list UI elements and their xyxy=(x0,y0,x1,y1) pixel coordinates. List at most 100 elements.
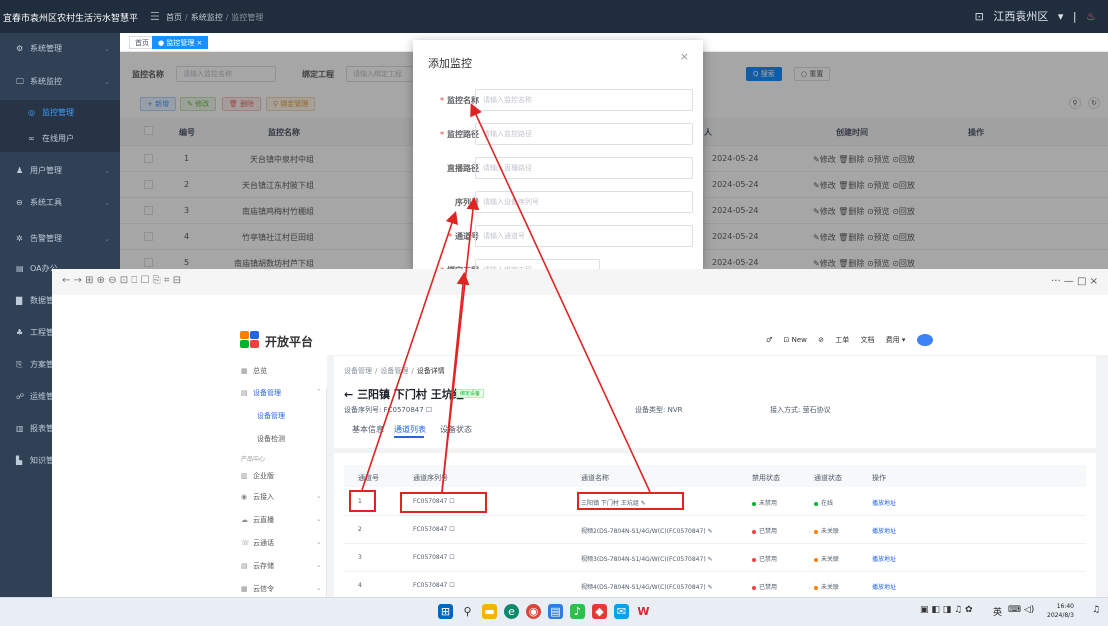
tab-basic-info[interactable]: 基本信息 xyxy=(352,424,384,435)
field-input-1[interactable]: 请输入监控路径 xyxy=(475,123,693,145)
channel-row[interactable]: 4 FC0570847 ☐ 视频4(DS-7804N-S1/4G/W(C)(FC05… xyxy=(344,572,1086,600)
notification-icon[interactable]: ♨ xyxy=(1086,10,1096,23)
nav-icon: ▤ xyxy=(241,562,248,570)
nav-item-10[interactable]: ▦ 云信令 ⌄ xyxy=(241,584,322,594)
nav-item-6[interactable]: ◉ 云接入 ⌄ xyxy=(241,492,322,502)
screen-icon[interactable]: ⊡ xyxy=(975,10,984,23)
col-disable-status: 禁用状态 xyxy=(752,474,780,482)
channel-name: 视频4(DS-7804N-S1/4G/W(C)(FC0570847) ✎ xyxy=(581,584,713,591)
billing-menu[interactable]: 费用 ▾ xyxy=(886,336,906,344)
sidebar-item-label: 在线用户 xyxy=(42,134,74,143)
field-label-3: 序列号 xyxy=(423,197,479,208)
field-input-5[interactable]: 请输入绑定工程 xyxy=(475,259,600,269)
channel-op[interactable]: 播放地址 xyxy=(872,498,896,507)
active-tab-indicator xyxy=(394,436,424,438)
start-icon[interactable]: ⊞ xyxy=(438,604,453,619)
dropdown-icon[interactable]: ▾ xyxy=(1058,10,1064,23)
nav-item-0[interactable]: ▦ 总览 xyxy=(241,366,267,376)
browser-nav-icons[interactable]: ← → ⊞ ⊕ ⊖ ⊡ ⎕ ☐ ⎘ ⌗ ⊟ xyxy=(62,275,181,286)
nav-item-5[interactable]: ▥ 企业版 xyxy=(241,471,274,481)
nav-icon: ▦ xyxy=(241,585,248,593)
sidebar-item-label: 告警管理 xyxy=(30,234,62,243)
clock[interactable]: 16:40 2024/8/3 xyxy=(1047,602,1074,620)
nav-icon: ◉ xyxy=(241,493,248,501)
clock-date: 2024/8/3 xyxy=(1047,612,1074,619)
nav-item-8[interactable]: ☏ 云通话 ⌄ xyxy=(241,538,322,548)
ticket-link[interactable]: 工单 xyxy=(835,336,849,344)
nav-item-3[interactable]: 设备检测 xyxy=(257,434,285,444)
nav-item-7[interactable]: ☁ 云直播 ⌄ xyxy=(241,515,322,525)
sidebar-item-label: 用户管理 xyxy=(30,166,62,175)
tab-device-status[interactable]: 设备状态 xyxy=(440,424,472,435)
camera-icon: ◎ xyxy=(28,108,35,117)
window-controls[interactable]: ··· — □ × xyxy=(1051,276,1098,287)
cart-icon[interactable]: ♂ xyxy=(766,336,772,344)
nav-item-9[interactable]: ▤ 云存储 ⌄ xyxy=(241,561,322,571)
sidebar-item-label: 系统管理 xyxy=(30,44,62,53)
nav-item-2[interactable]: 设备管理 xyxy=(257,411,285,421)
tray-icons[interactable]: ▣ ◧ ◨ ♫ ✿ xyxy=(920,605,973,615)
field-label-0: * 监控名称 xyxy=(423,95,479,106)
field-input-2[interactable]: 请输入直播路径 xyxy=(475,157,693,179)
channel-status: 未关联 xyxy=(814,526,839,535)
back-icon[interactable]: ← xyxy=(344,388,353,401)
nav-label: 设备管理 xyxy=(257,412,285,420)
field-input-4[interactable]: 请输入通道号 xyxy=(475,225,693,247)
nav-label: 云信令 xyxy=(253,585,274,593)
device-title-text: 三阳镇 下门村 王坑组 xyxy=(357,388,464,401)
tab-channel-list[interactable]: 通道列表 xyxy=(394,424,426,435)
sidebar-item-5[interactable]: ⊖ 系统工具 ⌄ xyxy=(0,190,120,216)
breadcrumb-home[interactable]: 首页 xyxy=(166,13,182,22)
help-icon[interactable]: ⊘ xyxy=(818,336,824,344)
field-input-3[interactable]: 请输入设备序列号 xyxy=(475,191,693,213)
nav-item-1[interactable]: ▤ 设备管理 ⌃ xyxy=(241,388,322,398)
app-icon-3[interactable]: ◆ xyxy=(592,604,607,619)
required-mark: * xyxy=(448,232,455,241)
network-volume-icon[interactable]: ⌨ ◁) xyxy=(1008,605,1034,615)
platform-logo[interactable]: 开放平台 xyxy=(265,333,313,350)
bc-current: 设备详情 xyxy=(416,367,445,375)
sidebar-item-0[interactable]: ⚙ 系统管理 ⌄ xyxy=(0,36,120,62)
channel-name: 三阳镇 下门村 王坑组 ✎ xyxy=(581,500,646,507)
message-icon[interactable]: ⊡ New xyxy=(784,336,807,344)
channel-op[interactable]: 播放地址 xyxy=(872,526,896,535)
clock-time: 16:40 xyxy=(1056,603,1074,610)
sidebar-item-6[interactable]: ✲ 告警管理 ⌄ xyxy=(0,226,120,252)
avatar[interactable] xyxy=(916,334,933,346)
app-icon-2[interactable]: ♪ xyxy=(570,604,585,619)
copy-icon[interactable]: ☐ xyxy=(426,406,432,414)
bc-1[interactable]: 设备管理 xyxy=(344,367,372,375)
edge-icon[interactable]: e xyxy=(504,604,519,619)
channel-row[interactable]: 2 FC0570847 ☐ 视频2(DS-7804N-S1/4G/W(C)(FC05… xyxy=(344,516,1086,544)
bc-2[interactable]: 设备管理 xyxy=(380,367,408,375)
channel-row[interactable]: 3 FC0570847 ☐ 视频3(DS-7804N-S1/4G/W(C)(FC05… xyxy=(344,544,1086,572)
file-explorer-icon[interactable]: ▬ xyxy=(482,604,497,619)
docs-link[interactable]: 文档 xyxy=(860,336,874,344)
nav-icon: ☏ xyxy=(241,539,250,547)
close-icon[interactable]: × xyxy=(680,50,689,63)
channel-op[interactable]: 播放地址 xyxy=(872,582,896,591)
chevron-down-icon: ⌄ xyxy=(104,78,110,86)
sidebar-item-4[interactable]: ♟ 用户管理 ⌄ xyxy=(0,158,120,184)
wps-icon[interactable]: W xyxy=(636,604,651,619)
breadcrumb-monitor[interactable]: 系统监控 xyxy=(191,13,223,22)
app-icon-4[interactable]: ✉ xyxy=(614,604,629,619)
platform-logo-icon xyxy=(240,331,259,348)
nav-item-4: 产品中心 xyxy=(241,454,265,463)
search-icon[interactable]: ⚲ xyxy=(460,604,475,619)
sidebar-item-3[interactable]: ∞ 在线用户 xyxy=(0,126,120,152)
app-icon-1[interactable]: ▤ xyxy=(548,604,563,619)
chevron-down-icon: ⌄ xyxy=(316,584,322,592)
channel-op[interactable]: 播放地址 xyxy=(872,554,896,563)
chrome-icon[interactable]: ◉ xyxy=(526,604,541,619)
notification-bell-icon[interactable]: ♫ xyxy=(1092,605,1100,615)
channel-row[interactable]: 1 FC0570847 ☐ 三阳镇 下门村 王坑组 ✎ 未禁用 在线 播放地址 xyxy=(344,488,1086,516)
field-input-0[interactable]: 请输入监控名称 xyxy=(475,89,693,111)
chevron-down-icon: ⌄ xyxy=(104,167,110,175)
menu-fold-icon[interactable]: ☰ xyxy=(150,10,160,23)
ime-indicator[interactable]: 英 xyxy=(993,605,1002,618)
sidebar-item-2[interactable]: ◎ 监控管理 xyxy=(0,100,120,126)
tag-monitor[interactable]: ● 监控管理 × xyxy=(152,36,209,49)
sidebar-item-1[interactable]: 🖵 系统监控 ⌄ xyxy=(0,69,120,95)
user-name[interactable]: 江西袁州区 xyxy=(993,10,1048,23)
